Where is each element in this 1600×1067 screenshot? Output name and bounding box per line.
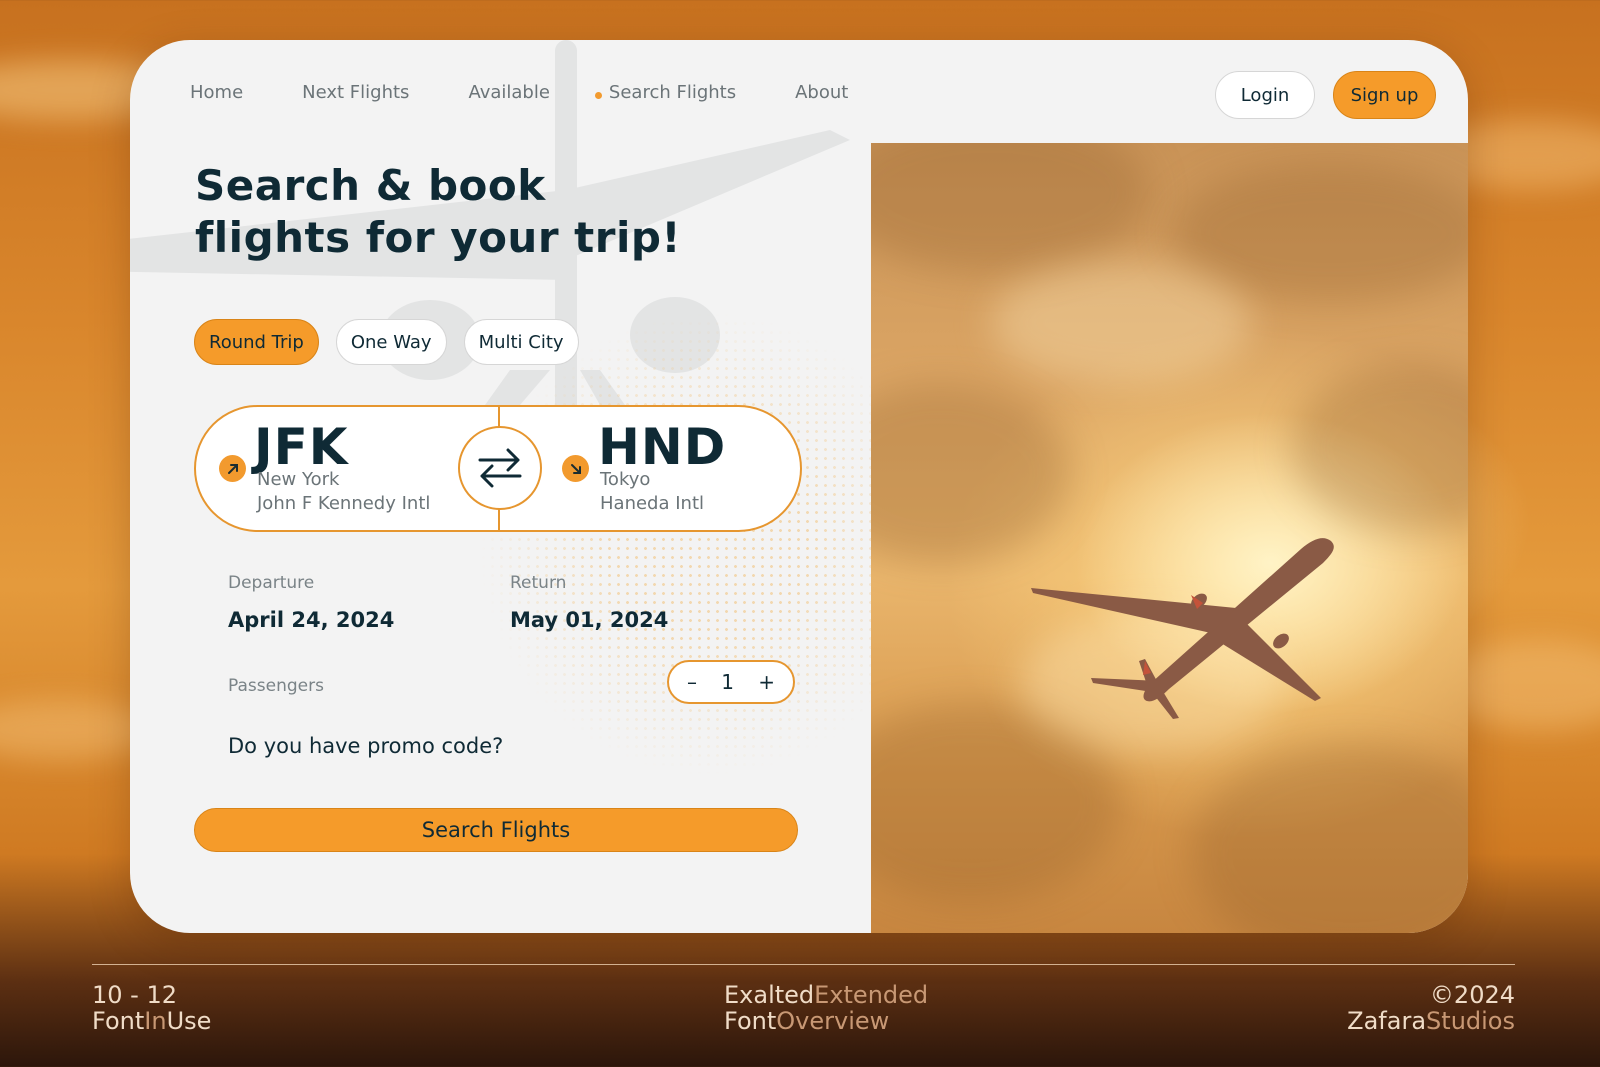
top-nav: Home Next Flights Available Search Fligh… bbox=[190, 82, 907, 103]
origin-airport: John F Kennedy Intl bbox=[257, 493, 431, 514]
footer-divider bbox=[92, 964, 1515, 965]
nav-search-flights[interactable]: Search Flights bbox=[594, 82, 736, 103]
footer-zafara-word: Zafara bbox=[1347, 1007, 1427, 1035]
nav-available[interactable]: Available bbox=[468, 82, 549, 103]
return-label: Return bbox=[510, 573, 567, 593]
footer-center: ExaltedExtended FontOverview bbox=[724, 982, 928, 1034]
photo-cloud bbox=[871, 143, 1151, 273]
photo-cloud bbox=[991, 263, 1251, 383]
destination-code[interactable]: HND bbox=[598, 422, 726, 472]
trip-type-tabs: Round Trip One Way Multi City bbox=[194, 319, 579, 365]
signup-button[interactable]: Sign up bbox=[1333, 71, 1436, 119]
swap-button[interactable] bbox=[458, 426, 542, 510]
photo-cloud bbox=[1291, 363, 1468, 533]
plus-button[interactable]: + bbox=[758, 670, 775, 694]
destination-airport: Haneda Intl bbox=[600, 493, 705, 514]
footer-left-bottom: FontInUse bbox=[92, 1008, 211, 1034]
photo-cloud bbox=[1191, 743, 1468, 933]
destination-city: Tokyo bbox=[600, 469, 651, 490]
footer-right-bottom: ZafaraStudios bbox=[1347, 1008, 1515, 1034]
footer-center-top: ExaltedExtended bbox=[724, 982, 928, 1008]
hero-photo bbox=[871, 143, 1468, 933]
arrow-down-right-icon bbox=[562, 455, 589, 482]
footer-in-word: In bbox=[144, 1007, 167, 1035]
departure-label: Departure bbox=[228, 573, 315, 593]
title-line-1: Search & book bbox=[195, 161, 546, 210]
footer-right: ©2024 ZafaraStudios bbox=[1347, 982, 1515, 1034]
arrow-up-right-icon bbox=[219, 455, 246, 482]
return-date[interactable]: May 01, 2024 bbox=[510, 608, 668, 632]
footer-center-bottom: FontOverview bbox=[724, 1008, 928, 1034]
promo-code-link[interactable]: Do you have promo code? bbox=[228, 734, 503, 758]
footer-exalted-word: Exalted bbox=[724, 981, 815, 1009]
page-title: Search & book flights for your trip! bbox=[195, 160, 681, 264]
passengers-label: Passengers bbox=[228, 676, 324, 696]
footer-extended-word: Extended bbox=[814, 981, 929, 1009]
tab-one-way[interactable]: One Way bbox=[335, 319, 447, 365]
footer-left-top: 10 - 12 bbox=[92, 981, 177, 1009]
footer-studios-word: Studios bbox=[1426, 1007, 1515, 1035]
tab-multi-city[interactable]: Multi City bbox=[463, 319, 579, 365]
origin-city: New York bbox=[257, 469, 340, 490]
booking-card: Home Next Flights Available Search Fligh… bbox=[130, 40, 1468, 933]
footer-font-word-2: Font bbox=[724, 1007, 777, 1035]
airplane-image bbox=[1031, 538, 1334, 719]
footer-right-top: ©2024 bbox=[1429, 981, 1515, 1009]
search-flights-button[interactable]: Search Flights bbox=[194, 808, 798, 852]
nav-next-flights[interactable]: Next Flights bbox=[302, 82, 409, 103]
footer-font-word: Font bbox=[92, 1007, 145, 1035]
footer-left: 10 - 12 FontInUse bbox=[92, 982, 211, 1034]
origin-code[interactable]: JFK bbox=[254, 422, 349, 472]
nav-home[interactable]: Home bbox=[190, 82, 243, 103]
departure-date[interactable]: April 24, 2024 bbox=[228, 608, 394, 632]
route-selector: JFK New York John F Kennedy Intl HND Tok… bbox=[194, 405, 802, 532]
passenger-count: 1 bbox=[721, 670, 734, 694]
title-line-2: flights for your trip! bbox=[195, 213, 682, 262]
nav-about[interactable]: About bbox=[795, 82, 848, 103]
minus-button[interactable]: – bbox=[687, 670, 697, 694]
footer-use-word: Use bbox=[166, 1007, 212, 1035]
footer-overview-word: Overview bbox=[776, 1007, 890, 1035]
login-button[interactable]: Login bbox=[1215, 71, 1315, 119]
passenger-stepper: – 1 + bbox=[667, 660, 795, 704]
tab-round-trip[interactable]: Round Trip bbox=[194, 319, 319, 365]
swap-arrows-icon bbox=[478, 448, 522, 488]
